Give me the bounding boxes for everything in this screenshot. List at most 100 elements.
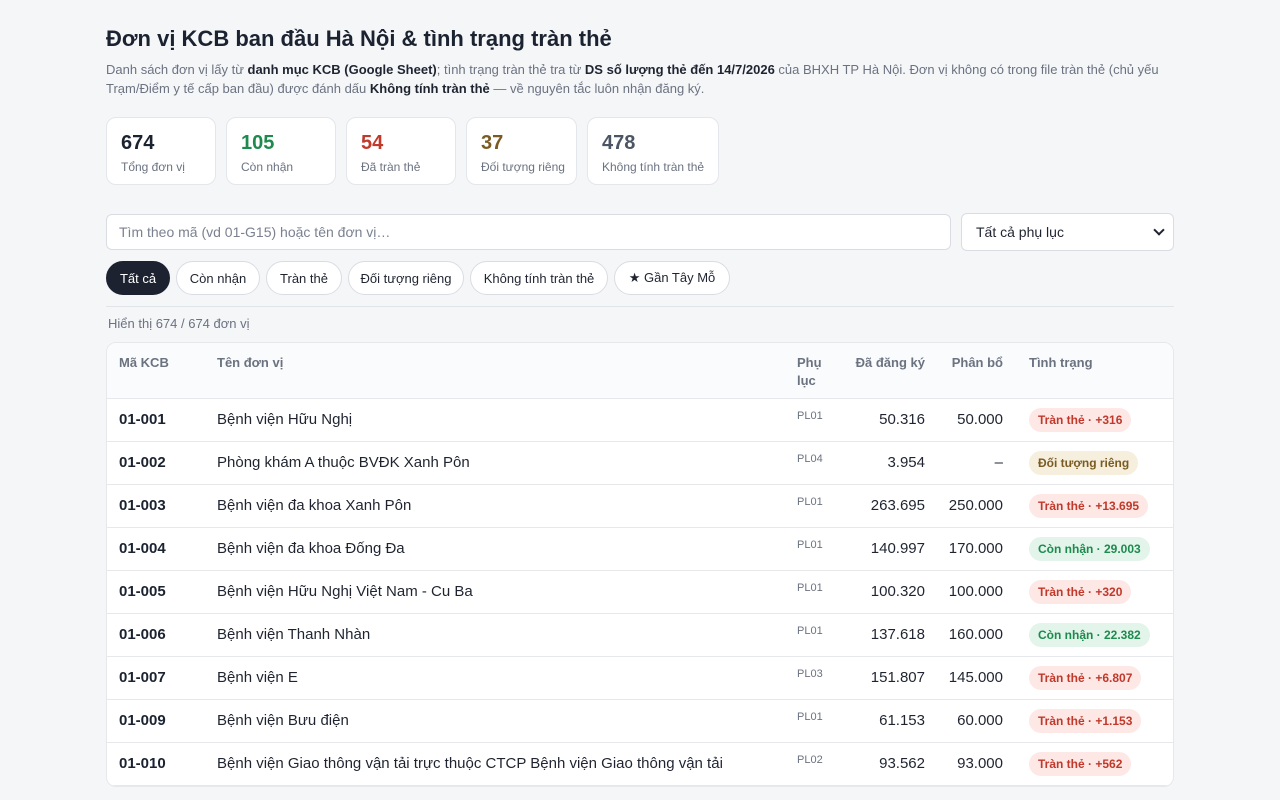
chip-overflow[interactable]: Tràn thẻ: [266, 261, 342, 295]
unit-allocated: 170.000: [948, 540, 1003, 557]
unit-registered: 151.807: [870, 669, 925, 686]
desc-bold-source: danh mục KCB (Google Sheet): [247, 62, 437, 77]
unit-code: 01-006: [119, 626, 166, 643]
table-body: 01-001 Bệnh viện Hữu Nghị PL01 50.316 50.000…: [107, 399, 1173, 786]
table-row[interactable]: 01-001 Bệnh viện Hữu Nghị PL01 50.316 50.000…: [107, 399, 1173, 442]
unit-name: Bệnh viện Giao thông vận tải trực thuộc …: [217, 755, 723, 772]
unit-name: Phòng khám A thuộc BVĐK Xanh Pôn: [217, 454, 470, 471]
stat-label: Đối tượng riêng: [481, 160, 565, 174]
unit-allocated: 50.000: [957, 411, 1003, 428]
unit-name: Bệnh viện đa khoa Xanh Pôn: [217, 497, 412, 514]
chip-not-counted[interactable]: Không tính tràn thẻ: [470, 261, 608, 295]
status-badge: Còn nhận · 22.382: [1029, 623, 1150, 647]
unit-allocated: 93.000: [957, 755, 1003, 772]
units-table: Mã KCB Tên đơn vị Phụ lục Đã đăng ký Phân…: [106, 342, 1174, 787]
status-badge: Tràn thẻ · +6.807: [1029, 666, 1142, 690]
stat-label: Đã tràn thẻ: [361, 160, 421, 174]
chip-accepting[interactable]: Còn nhận: [176, 261, 260, 295]
stat-value: 54: [361, 132, 384, 154]
result-count: Hiển thị 674 / 674 đơn vị: [108, 316, 250, 331]
desc-text: Danh sách đơn vị lấy từ: [106, 62, 248, 77]
unit-appendix: PL01: [797, 496, 823, 508]
table-row[interactable]: 01-004 Bệnh viện đa khoa Đống Đa PL01 140.9…: [107, 528, 1173, 571]
col-registered-header[interactable]: Đã đăng ký: [856, 354, 925, 372]
unit-registered: 263.695: [870, 497, 925, 514]
stat-value: 37: [481, 132, 504, 154]
col-appendix-header[interactable]: Phụ lục: [797, 354, 822, 390]
chip-near-tay-mo[interactable]: ★ Gần Tây Mỗ: [614, 261, 730, 295]
unit-allocated: 250.000: [948, 497, 1003, 514]
stat-total: 674 Tổng đơn vị: [106, 117, 216, 185]
status-badge: Tràn thẻ · +562: [1029, 752, 1132, 776]
status-badge: Tràn thẻ · +1.153: [1029, 709, 1142, 733]
table-row[interactable]: 01-003 Bệnh viện đa khoa Xanh Pôn PL01 263.…: [107, 485, 1173, 528]
stat-value: 674: [121, 132, 155, 154]
stat-special: 37 Đối tượng riêng: [466, 117, 577, 185]
stat-overflow: 54 Đã tràn thẻ: [346, 117, 456, 185]
stat-accepting: 105 Còn nhận: [226, 117, 336, 185]
table-row[interactable]: 01-009 Bệnh viện Bưu điện PL01 61.153 60.000…: [107, 700, 1173, 743]
unit-registered: 61.153: [879, 712, 925, 729]
col-name-header[interactable]: Tên đơn vị: [217, 354, 283, 372]
unit-registered: 50.316: [879, 411, 925, 428]
unit-code: 01-004: [119, 540, 166, 557]
col-appendix-header-line2: lục: [797, 373, 816, 388]
unit-name: Bệnh viện Bưu điện: [217, 712, 349, 729]
unit-allocated: 145.000: [948, 669, 1003, 686]
unit-name: Bệnh viện E: [217, 669, 298, 686]
unit-name: Bệnh viện Hữu Nghị: [217, 411, 353, 428]
appendix-select[interactable]: Tất cả phụ lục: [961, 213, 1174, 251]
desc-bold-list: DS số lượng thẻ đến 14/7/2026: [584, 62, 775, 77]
table-row[interactable]: 01-010 Bệnh viện Giao thông vận tải trực …: [107, 743, 1173, 786]
status-badge: Tràn thẻ · +320: [1029, 580, 1132, 604]
divider: [106, 306, 1174, 307]
status-badge: Còn nhận · 29.003: [1029, 537, 1150, 561]
unit-code: 01-009: [119, 712, 166, 729]
unit-appendix: PL01: [797, 410, 823, 422]
unit-appendix: PL02: [797, 754, 823, 766]
unit-appendix: PL01: [797, 582, 823, 594]
stat-label: Còn nhận: [241, 160, 294, 174]
desc-text: — về nguyên tắc luôn nhận đăng ký.: [489, 81, 705, 96]
unit-appendix: PL01: [797, 711, 823, 723]
chevron-down-icon: [1153, 224, 1165, 236]
unit-name: Bệnh viện Hữu Nghị Việt Nam - Cu Ba: [217, 583, 473, 600]
search-input[interactable]: [106, 214, 951, 250]
desc-text: ; tình trạng tràn thẻ tra từ: [436, 62, 585, 77]
page-title: Đơn vị KCB ban đầu Hà Nội & tình trạng t…: [106, 26, 612, 51]
unit-registered: 137.618: [870, 626, 925, 643]
unit-allocated: –: [994, 454, 1003, 471]
table-row[interactable]: 01-007 Bệnh viện E PL03 151.807 145.000 Tràn …: [107, 657, 1173, 700]
unit-code: 01-001: [119, 411, 166, 428]
unit-registered: 93.562: [879, 755, 925, 772]
unit-registered: 3.954: [887, 454, 925, 471]
status-badge: Đối tượng riêng: [1029, 451, 1139, 475]
unit-code: 01-010: [119, 755, 166, 772]
page-description: Danh sách đơn vị lấy từ danh mục KCB (Go…: [106, 60, 1174, 98]
stat-label: Tổng đơn vị: [121, 160, 185, 174]
col-code-header[interactable]: Mã KCB: [119, 354, 169, 372]
table-header: Mã KCB Tên đơn vị Phụ lục Đã đăng ký Phân…: [107, 343, 1173, 399]
unit-appendix: PL01: [797, 539, 823, 551]
table-row[interactable]: 01-002 Phòng khám A thuộc BVĐK Xanh Pôn PL…: [107, 442, 1173, 485]
chip-special[interactable]: Đối tượng riêng: [348, 261, 464, 295]
unit-appendix: PL04: [797, 453, 823, 465]
stat-label: Không tính tràn thẻ: [602, 160, 705, 174]
unit-code: 01-007: [119, 669, 166, 686]
stat-value: 478: [602, 132, 636, 154]
unit-allocated: 100.000: [948, 583, 1003, 600]
unit-registered: 140.997: [870, 540, 925, 557]
unit-code: 01-005: [119, 583, 166, 600]
col-status-header[interactable]: Tình trạng: [1029, 354, 1093, 372]
col-allocated-header[interactable]: Phân bổ: [952, 354, 1003, 372]
table-row[interactable]: 01-006 Bệnh viện Thanh Nhàn PL01 137.618 160…: [107, 614, 1173, 657]
unit-name: Bệnh viện Thanh Nhàn: [217, 626, 371, 643]
unit-appendix: PL01: [797, 625, 823, 637]
chip-all[interactable]: Tất cả: [106, 261, 170, 295]
unit-allocated: 60.000: [957, 712, 1003, 729]
table-row[interactable]: 01-005 Bệnh viện Hữu Nghị Việt Nam - Cu B…: [107, 571, 1173, 614]
unit-appendix: PL03: [797, 668, 823, 680]
unit-registered: 100.320: [870, 583, 925, 600]
status-badge: Tràn thẻ · +13.695: [1029, 494, 1149, 518]
unit-allocated: 160.000: [948, 626, 1003, 643]
